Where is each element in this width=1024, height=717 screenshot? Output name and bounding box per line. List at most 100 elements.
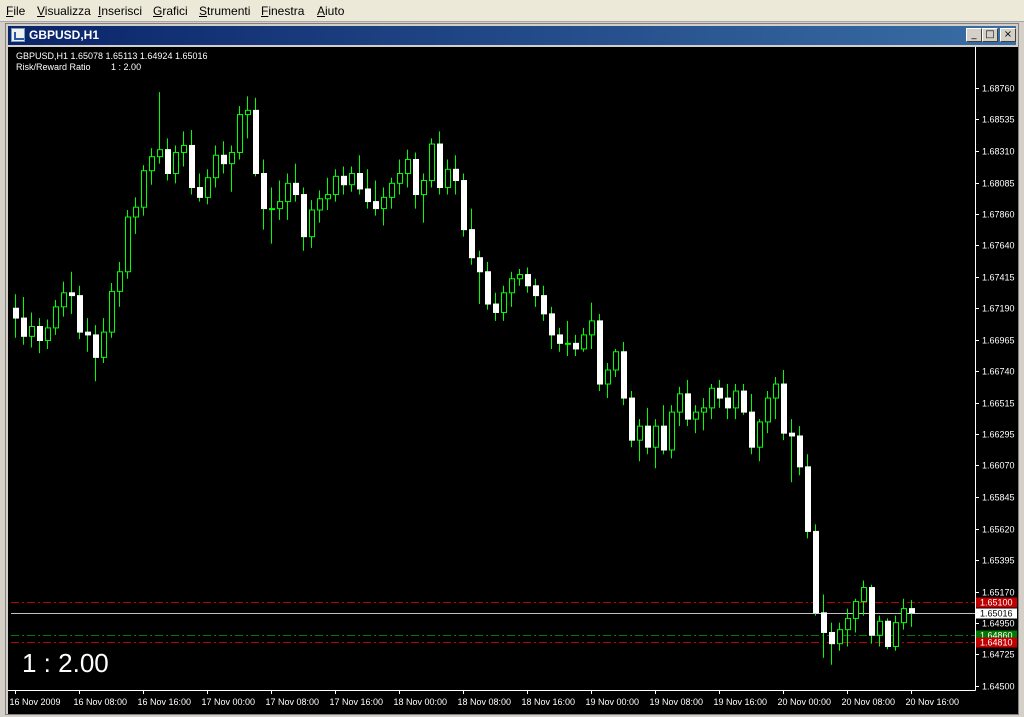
- candle-body-bull: [141, 170, 147, 208]
- menu-item-strumenti[interactable]: Strumenti: [199, 4, 250, 18]
- stop-level-upper-badge-label: 1.65100: [980, 598, 1013, 608]
- candle-body-bull: [501, 292, 507, 313]
- candle-body-bull: [517, 274, 523, 280]
- candle-body-bear: [685, 393, 691, 420]
- candle-body-bear: [869, 587, 875, 636]
- x-tick-label: 20 Nov 16:00: [906, 697, 960, 707]
- close-button[interactable]: ×: [1000, 28, 1016, 42]
- candle-body-bull: [709, 387, 715, 409]
- candle-body-bear: [413, 158, 419, 196]
- candle-body-bear: [621, 351, 627, 399]
- candle-body-bear: [477, 257, 483, 273]
- candle-body-bear: [541, 295, 547, 315]
- candle-body-bull: [677, 393, 683, 413]
- candle-body-bear: [493, 303, 499, 313]
- window-title-bar[interactable]: GBPUSD,H1 _ □ ×: [8, 26, 1016, 45]
- candle-body-bull: [613, 351, 619, 371]
- chart-area[interactable]: 1.68760 1.68535 1.68310 1.68085 1.67860 1.676…: [8, 47, 1018, 714]
- candle-body-bear: [645, 425, 651, 448]
- candle-body-bull: [757, 421, 763, 448]
- candle-body-bear: [189, 144, 195, 189]
- menu-item-file[interactable]: File: [6, 4, 25, 18]
- x-tick-label: 19 Nov 16:00: [714, 697, 768, 707]
- candle-body-bear: [573, 342, 579, 350]
- y-tick-label: 1.64950: [982, 619, 1015, 629]
- menu-item-aiuto[interactable]: Aiuto: [317, 4, 344, 18]
- y-tick-label: 1.65170: [982, 588, 1015, 598]
- y-tick-label: 1.64725: [982, 650, 1015, 660]
- candle-body-bull: [117, 271, 123, 292]
- candle-body-bull: [317, 198, 323, 211]
- menu-item-inserisci[interactable]: Inserisci: [98, 4, 142, 18]
- x-tick-label: 20 Nov 00:00: [778, 697, 832, 707]
- candle-body-bear: [437, 143, 443, 189]
- candle-body-bear: [885, 620, 891, 647]
- candle-body-bull: [245, 109, 251, 116]
- candle-body-bull: [333, 175, 339, 196]
- candle-body-bull: [605, 369, 611, 385]
- candle-body-bear: [77, 295, 83, 333]
- maximize-button[interactable]: □: [982, 28, 998, 42]
- y-tick-label: 1.67190: [982, 304, 1015, 314]
- x-tick-label: 20 Nov 08:00: [842, 697, 896, 707]
- y-tick-label: 1.66965: [982, 336, 1015, 346]
- minimize-button[interactable]: _: [966, 28, 982, 42]
- candle-body-bear: [781, 383, 787, 434]
- candle-body-bull: [421, 180, 427, 196]
- candle-body-bull: [29, 325, 35, 337]
- candle-body-bear: [13, 307, 19, 319]
- candle-body-bear: [525, 274, 531, 287]
- candle-body-bull: [853, 601, 859, 619]
- candle-body-bear: [485, 271, 491, 305]
- candle-body-bear: [341, 175, 347, 186]
- candle-body-bull: [237, 114, 243, 153]
- candle-body-bear: [93, 334, 99, 358]
- candle-body-bull: [173, 151, 179, 175]
- candle-body-bear: [165, 149, 171, 175]
- candle-body-bull: [109, 290, 115, 333]
- candle-body-bull: [877, 620, 883, 636]
- candle-body-bull: [861, 587, 867, 603]
- candle-body-bull: [669, 411, 675, 451]
- candle-body-bull: [405, 158, 411, 175]
- candle-body-bull: [637, 425, 643, 441]
- candle-body-bear: [813, 530, 819, 614]
- menu-item-visualizza[interactable]: Visualizza: [37, 4, 91, 18]
- candle-body-bear: [533, 285, 539, 297]
- candle-body-bear: [253, 109, 259, 175]
- candle-body-bull: [693, 411, 699, 420]
- candle-body-bull: [901, 608, 907, 624]
- menu-item-finestra[interactable]: Finestra: [261, 4, 304, 18]
- candle-body-bull: [101, 331, 107, 358]
- candle-body-bull: [125, 216, 131, 273]
- candle-body-bear: [789, 432, 795, 437]
- candle-body-bull: [157, 149, 163, 158]
- x-tick-label: 18 Nov 16:00: [522, 697, 576, 707]
- x-tick-label: 18 Nov 08:00: [458, 697, 512, 707]
- candle-body-bear: [661, 425, 667, 451]
- x-tick-label: 17 Nov 00:00: [202, 697, 256, 707]
- candle-body-bear: [597, 320, 603, 385]
- candle-body-bull: [893, 622, 899, 647]
- candle-body-bull: [389, 182, 395, 198]
- symbol-info-line: GBPUSD,H1 1.65078 1.65113 1.64924 1.6501…: [16, 51, 208, 61]
- menu-item-grafici[interactable]: Grafici: [153, 4, 188, 18]
- candle-body-bear: [301, 194, 307, 238]
- candle-body-bull: [61, 292, 67, 308]
- candle-body-bull: [581, 334, 587, 350]
- candle-body-bear: [557, 334, 563, 344]
- x-tick-label: 17 Nov 08:00: [266, 697, 320, 707]
- price-chart[interactable]: 1.68760 1.68535 1.68310 1.68085 1.67860 1.676…: [8, 47, 1018, 714]
- candle-body-bull: [653, 425, 659, 448]
- y-tick-label: 1.65395: [982, 556, 1015, 566]
- candle-body-bear: [37, 325, 43, 342]
- candle-body-bear: [293, 182, 299, 196]
- candle-body-bear: [821, 612, 827, 633]
- candle-body-bear: [461, 180, 467, 231]
- candle-body-bear: [373, 201, 379, 210]
- y-tick-label: 1.68535: [982, 115, 1015, 125]
- y-tick-label: 1.66295: [982, 430, 1015, 440]
- candle-body-bull: [701, 407, 707, 413]
- y-tick-label: 1.66515: [982, 399, 1015, 409]
- candle-body-bull: [277, 201, 283, 210]
